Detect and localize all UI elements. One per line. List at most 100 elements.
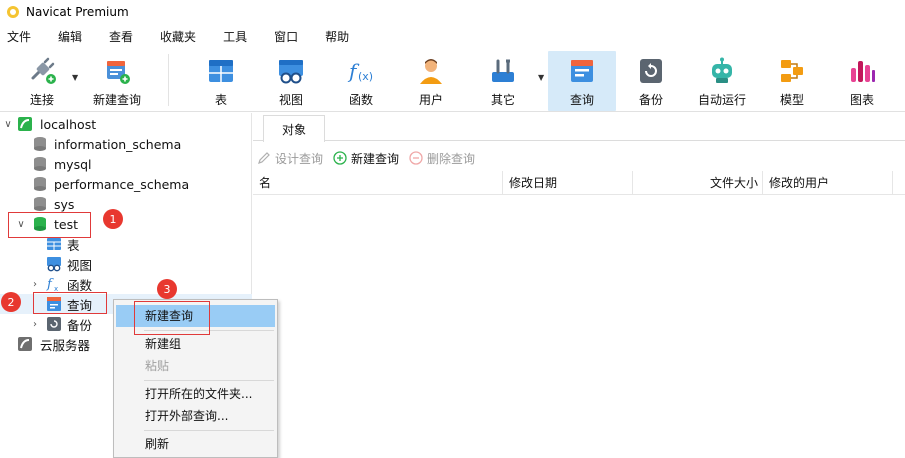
table-label: 表 [214,93,227,107]
query-label: 查询 [569,93,594,107]
automation-button[interactable]: 自动运行 [692,51,752,111]
menu-help[interactable]: 帮助 [320,26,361,48]
new-query-button[interactable]: 新建查询 [88,51,146,111]
menu-tools[interactable]: 工具 [218,26,259,48]
tree-item-database[interactable]: information_schema [0,134,252,154]
connection-label: localhost [40,116,97,132]
annotation-badge-3: 3 [157,279,177,299]
tab-objects[interactable]: 对象 [263,115,325,142]
collapse-arrow-icon[interactable]: › [30,319,40,330]
robot-icon [712,57,732,83]
menu-separator [144,430,274,431]
annotation-box-new-query [134,301,210,335]
expand-arrow-icon[interactable]: ∨ [3,119,13,130]
function-fx-icon: f (x) [347,59,373,83]
functions-label: 函数 [67,277,93,293]
cloud-server-icon [18,337,32,351]
column-modified[interactable]: 修改日期 [503,171,633,195]
backup-button[interactable]: 备份 [622,51,680,111]
user-label: 用户 [418,93,443,107]
database-icon [34,157,46,171]
database-icon [34,137,46,151]
tree-item-views[interactable]: 视图 [0,254,252,274]
user-icon [420,59,442,84]
model-button[interactable]: 模型 [762,51,822,111]
chart-button[interactable]: 图表 [832,51,892,111]
new-query-label: 新建查询 [92,93,141,107]
tree-item-localhost[interactable]: ∨ localhost [0,114,252,134]
toolbar-separator [168,54,169,106]
view-icon [47,257,61,272]
menu-item-open-external[interactable]: 打开外部查询... [116,405,275,427]
tree-item-functions[interactable]: › f x 函数 [0,274,252,294]
table-button[interactable]: 表 [190,51,252,111]
connect-button[interactable]: 连接 [18,51,66,111]
cloud-label: 云服务器 [40,337,91,353]
database-label: sys [54,196,75,212]
svg-text:x: x [54,285,58,292]
new-query-icon [107,61,130,84]
annotation-box-query [33,292,107,314]
menu-bar: 文件 编辑 查看 收藏夹 工具 窗口 帮助 [0,26,905,48]
svg-text:(x): (x) [358,70,373,83]
database-label: information_schema [54,136,182,152]
other-button[interactable]: 其它 [470,51,536,111]
view-button[interactable]: 视图 [260,51,322,111]
list-header: 名 修改日期 文件大小 修改的用户 [253,171,905,195]
model-label: 模型 [779,93,804,107]
chart-icon [851,61,875,82]
tree-item-database[interactable]: sys [0,194,252,214]
column-name[interactable]: 名 [253,171,503,195]
backup-label: 备份 [638,93,663,107]
query-icon [571,60,593,82]
column-size[interactable]: 文件大小 [633,171,763,195]
design-query-button[interactable]: 设计查询 [257,150,323,167]
user-button[interactable]: 用户 [400,51,462,111]
plug-icon [31,57,56,84]
title-bar: Navicat Premium [0,0,905,24]
tree-item-database[interactable]: performance_schema [0,174,252,194]
new-query-action-button[interactable]: 新建查询 [333,150,399,167]
column-user[interactable]: 修改的用户 [763,171,893,195]
menu-view[interactable]: 查看 [104,26,145,48]
main-toolbar: 连接 ▼ 新建查询 表 视图 f (x) 函数 用户 其它 ▼ 查询 备份 自动… [0,48,905,112]
window-title: Navicat Premium [26,5,129,19]
views-label: 视图 [67,257,93,273]
backups-label: 备份 [67,317,93,333]
connect-dropdown-caret-icon[interactable]: ▼ [72,73,78,82]
menu-item-new-group[interactable]: 新建组 [116,333,275,355]
pencil-icon [258,152,270,164]
menu-item-open-folder[interactable]: 打开所在的文件夹... [116,383,275,405]
function-label: 函数 [348,93,373,107]
query-button[interactable]: 查询 [548,51,616,111]
menu-edit[interactable]: 编辑 [53,26,94,48]
database-label: mysql [54,156,92,172]
object-panel: 对象 设计查询 新建查询 删除查询 名 修改日期 文件大小 修改的用户 [253,113,905,458]
menu-item-refresh[interactable]: 刷新 [116,433,275,455]
annotation-badge-1: 1 [103,209,123,229]
menu-file[interactable]: 文件 [2,26,43,48]
menu-separator [144,380,274,381]
backup-icon [640,59,662,83]
database-icon [34,197,46,211]
view-label: 视图 [278,93,303,107]
new-query-action-label: 新建查询 [351,151,400,166]
database-icon [34,177,46,191]
tree-item-database[interactable]: mysql [0,154,252,174]
function-button[interactable]: f (x) 函数 [330,51,392,111]
other-dropdown-caret-icon[interactable]: ▼ [538,73,544,82]
table-icon [209,60,233,82]
chart-label: 图表 [849,93,874,107]
automation-label: 自动运行 [697,93,746,107]
navicat-logo-icon [7,6,19,18]
delete-query-button[interactable]: 删除查询 [409,150,475,167]
annotation-box-test [8,212,91,238]
delete-query-label: 删除查询 [427,151,476,166]
menu-item-paste[interactable]: 粘贴 [116,355,275,377]
collapse-arrow-icon[interactable]: › [30,279,40,290]
menu-window[interactable]: 窗口 [269,26,310,48]
tools-icon [492,59,514,82]
remove-circle-icon [409,151,423,165]
mysql-connection-icon [18,117,32,131]
menu-favorites[interactable]: 收藏夹 [155,26,208,48]
